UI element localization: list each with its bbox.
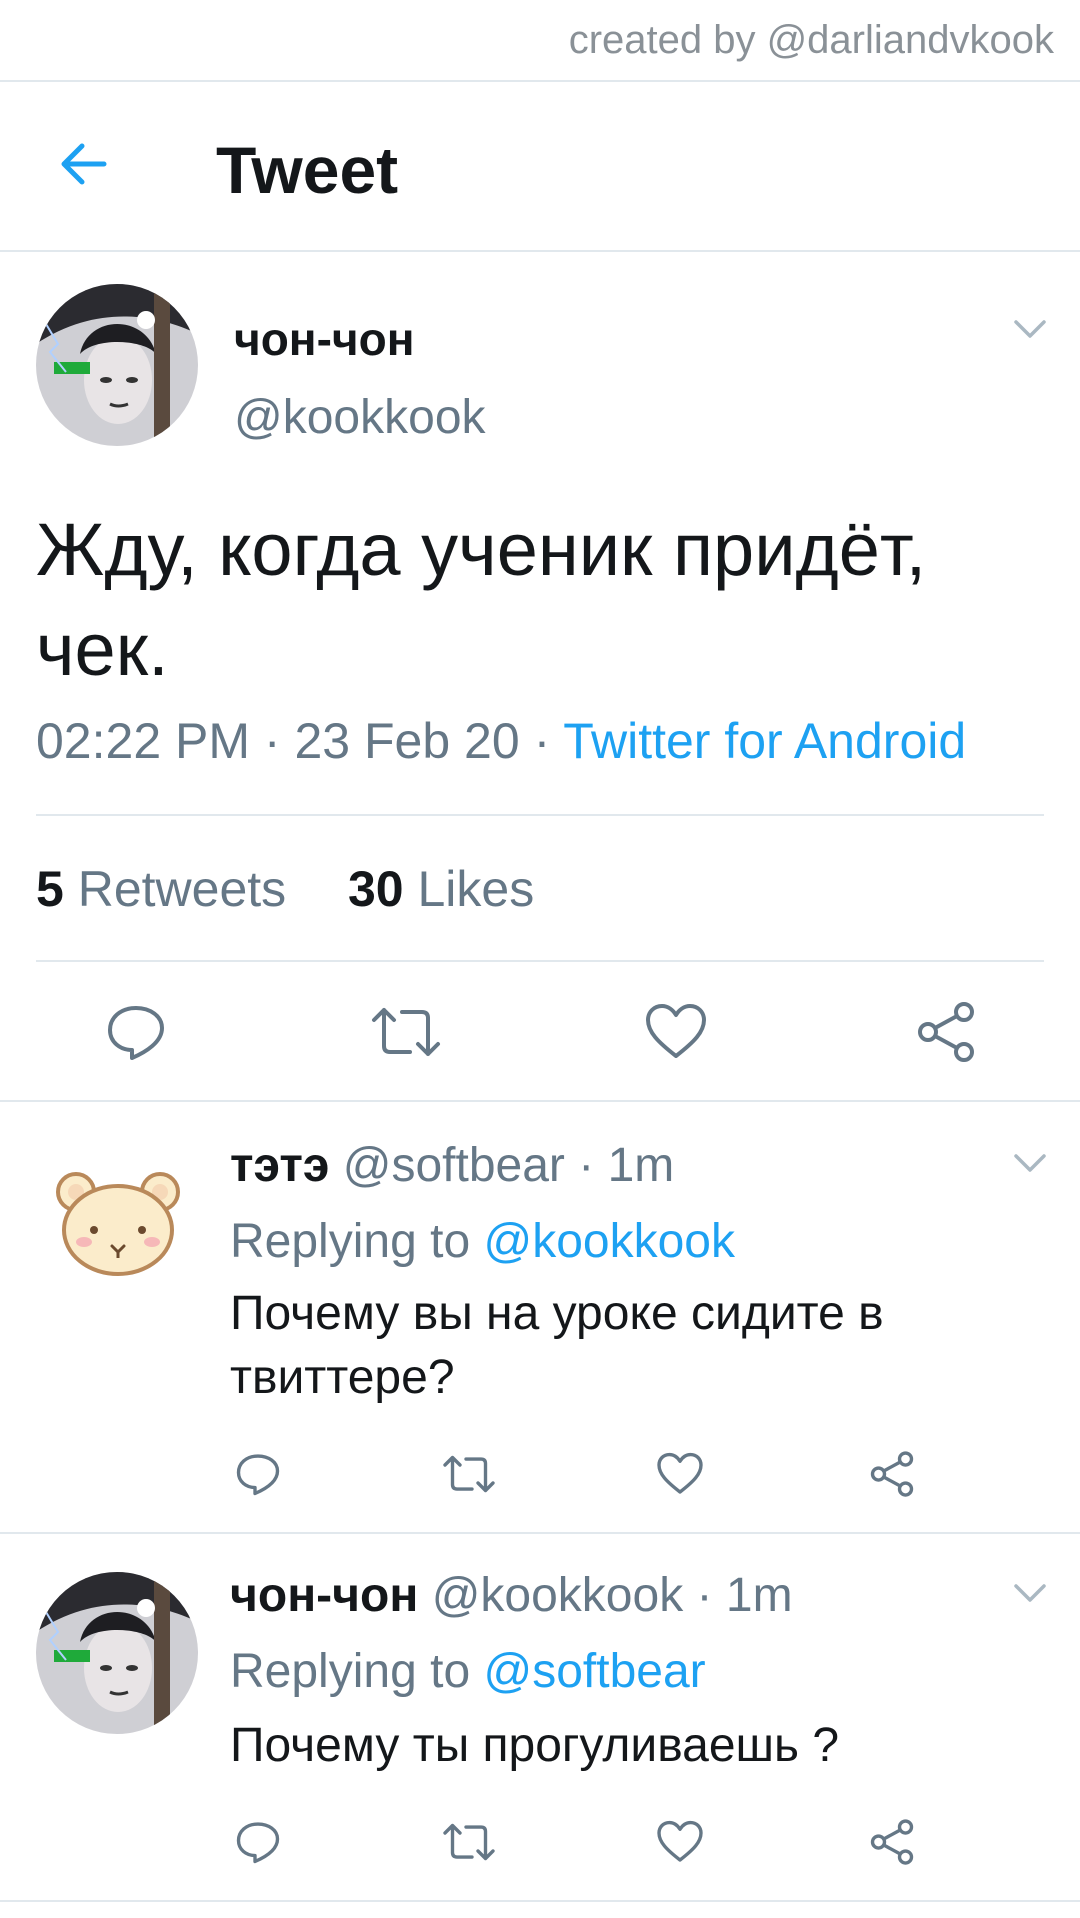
credit-bar: created by @darliandvkook: [0, 0, 1080, 82]
reply-avatar[interactable]: [56, 1168, 180, 1278]
chevron-down-icon: [1014, 1584, 1046, 1602]
tweet-text-line: Жду, когда ученик придёт,: [36, 508, 927, 591]
reply-text-line: твиттере?: [230, 1351, 455, 1404]
reply-author-name[interactable]: тэтэ: [230, 1139, 329, 1192]
tweet-meta: 02:22 PM · 23 Feb 20 · Twitter for Andro…: [36, 712, 966, 770]
share-button[interactable]: [868, 1450, 916, 1503]
back-button[interactable]: [56, 136, 112, 192]
tweet-text: Жду, когда ученик придёт, чек.: [36, 500, 1046, 700]
author-name[interactable]: чон-чон: [234, 312, 415, 366]
replying-to: Replying to @softbear: [230, 1644, 706, 1699]
like-icon: [646, 1004, 706, 1058]
separator: ·: [533, 713, 551, 769]
reply-icon: [108, 1006, 164, 1060]
reply-text-line: Почему вы на уроке сидите в: [230, 1287, 884, 1340]
tweet-stats: 5 Retweets 30 Likes: [36, 860, 534, 918]
replying-label: Replying to: [230, 1645, 471, 1698]
reply-author-name[interactable]: чон-чон: [230, 1569, 418, 1622]
replying-to-handle[interactable]: @softbear: [483, 1645, 705, 1698]
share-icon: [870, 1819, 914, 1865]
retweet-icon: [443, 1455, 495, 1493]
tweet-date: 23 Feb 20: [294, 713, 520, 769]
replying-to: Replying to @kookkook: [230, 1214, 735, 1269]
tweet-options-button[interactable]: [1012, 318, 1048, 342]
reply-time: 1m: [725, 1569, 793, 1622]
reply-icon: [236, 1822, 280, 1864]
author-avatar[interactable]: [36, 284, 198, 446]
replying-label: Replying to: [230, 1215, 471, 1268]
reply-author-handle[interactable]: @kookkook: [432, 1569, 684, 1622]
tweet-time: 02:22 PM: [36, 713, 251, 769]
retweet-icon: [372, 1008, 440, 1056]
like-button[interactable]: [644, 1000, 708, 1069]
divider: [36, 960, 1044, 962]
reply-button[interactable]: [104, 1000, 168, 1069]
reply-header: тэтэ @softbear · 1m: [230, 1138, 674, 1193]
reply-icon: [236, 1454, 280, 1496]
reply-text: Почему ты прогуливаешь ?: [230, 1714, 1030, 1778]
replying-to-handle[interactable]: @kookkook: [483, 1215, 735, 1268]
reply-author-handle[interactable]: @softbear: [343, 1139, 565, 1192]
credit-text: created by @darliandvkook: [568, 18, 1054, 62]
retweets-count: 5: [36, 861, 64, 917]
share-button[interactable]: [868, 1818, 916, 1871]
reply-options-button[interactable]: [1012, 1582, 1048, 1606]
divider: [0, 1900, 1080, 1902]
retweets-label: Retweets: [77, 861, 287, 917]
page-title: Tweet: [216, 133, 399, 207]
separator: ·: [696, 1569, 713, 1622]
reply-button[interactable]: [234, 1450, 282, 1503]
retweet-button[interactable]: [442, 1818, 496, 1871]
tweet-text-line: чек.: [36, 608, 169, 691]
divider: [0, 1100, 1080, 1102]
share-icon: [870, 1451, 914, 1497]
reply-text-line: Почему ты прогуливаешь ?: [230, 1719, 840, 1772]
reply-text: Почему вы на уроке сидите в твиттере?: [230, 1282, 1030, 1410]
share-button[interactable]: [914, 1000, 978, 1069]
like-icon: [657, 1452, 703, 1494]
reply-avatar[interactable]: [36, 1572, 198, 1734]
retweet-icon: [443, 1823, 495, 1861]
likes-stat[interactable]: 30 Likes: [348, 861, 534, 917]
retweets-stat[interactable]: 5 Retweets: [36, 861, 286, 917]
likes-label: Likes: [417, 861, 535, 917]
top-app-bar: Tweet: [0, 82, 1080, 252]
reply-button[interactable]: [234, 1818, 282, 1871]
divider: [0, 1532, 1080, 1534]
reply-time: 1m: [607, 1139, 675, 1192]
chevron-down-icon: [1014, 1154, 1046, 1172]
back-arrow-icon: [61, 143, 107, 185]
like-button[interactable]: [656, 1450, 704, 1503]
separator: ·: [263, 713, 281, 769]
like-button[interactable]: [656, 1818, 704, 1871]
divider: [36, 814, 1044, 816]
separator: ·: [578, 1139, 595, 1192]
tweet-source-link[interactable]: Twitter for Android: [563, 713, 966, 769]
likes-count: 30: [347, 861, 404, 917]
reply-header: чон-чон @kookkook · 1m: [230, 1568, 793, 1623]
author-handle[interactable]: @kookkook: [234, 390, 486, 445]
chevron-down-icon: [1014, 320, 1046, 338]
like-icon: [657, 1820, 703, 1862]
retweet-button[interactable]: [442, 1450, 496, 1503]
share-icon: [918, 1002, 974, 1062]
retweet-button[interactable]: [370, 1000, 442, 1069]
reply-options-button[interactable]: [1012, 1152, 1048, 1176]
